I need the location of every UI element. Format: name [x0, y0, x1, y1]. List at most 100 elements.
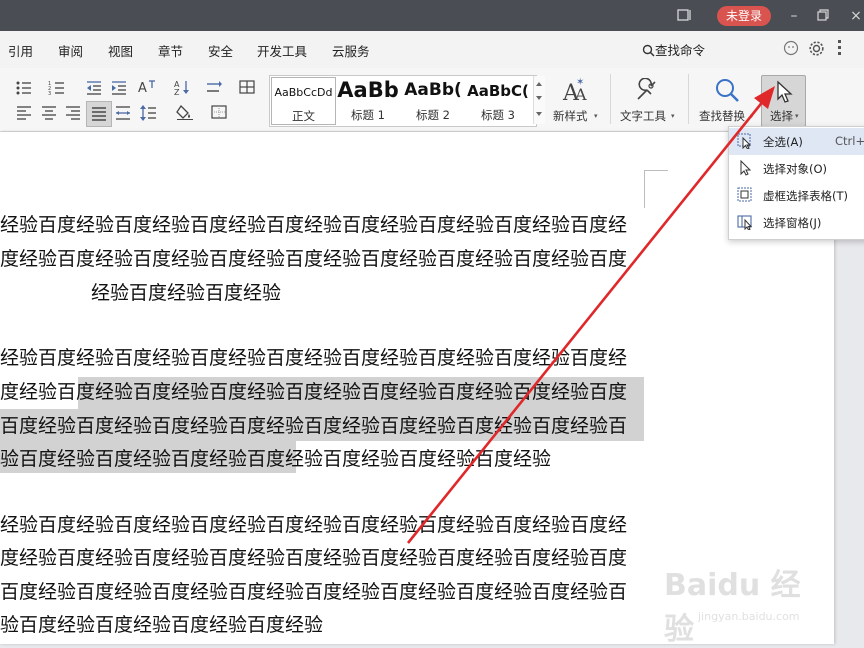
- margin-corner-mark: [644, 170, 645, 208]
- menu-item-dashed-select-table[interactable]: 虚框选择表格(T): [729, 182, 864, 209]
- justify-icon: [92, 107, 106, 121]
- select-label: 选择: [770, 109, 793, 123]
- style-heading2-sample: AaBb(: [404, 80, 462, 100]
- numbered-list-icon[interactable]: 123: [48, 80, 66, 96]
- menu-reference[interactable]: 引用: [8, 41, 33, 60]
- chinese-layout-icon[interactable]: A: [138, 79, 156, 95]
- decrease-indent-icon[interactable]: [85, 80, 103, 96]
- baidu-watermark: Baidu 经验 jingyan.baidu.com: [664, 560, 824, 647]
- gear-icon[interactable]: [808, 40, 825, 57]
- line-spacing-icon[interactable]: [139, 105, 157, 121]
- justify-button[interactable]: [86, 101, 112, 127]
- select-dropdown-icon: ▾: [795, 112, 799, 120]
- ribbon-separator: [610, 74, 611, 124]
- window-mode-icon[interactable]: [676, 7, 692, 23]
- shading-icon[interactable]: [176, 104, 194, 120]
- document-line[interactable]: 百度经验百度经验百度经验百度经验百度经验百度经验百度经验百度经验百: [0, 413, 627, 439]
- style-normal-sample: AaBbCcDd: [274, 86, 333, 99]
- increase-indent-icon[interactable]: [110, 80, 128, 96]
- style-heading2[interactable]: AaBb( 标题 2: [401, 77, 465, 123]
- cursor-arrow-icon: [777, 80, 793, 103]
- find-replace-dropdown-icon[interactable]: ▾: [750, 112, 754, 120]
- style-heading1-sample: AaBb: [337, 78, 399, 102]
- menu-chapter[interactable]: 章节: [158, 41, 183, 60]
- find-replace-icon[interactable]: [714, 77, 740, 103]
- document-line[interactable]: 经验百度经验百度经验百度经验百度经验百度经验百度经验百度经验百度经: [0, 345, 627, 371]
- search-command[interactable]: 查找命令: [642, 40, 705, 59]
- document-line[interactable]: 百度经验百度经验百度经验百度经验百度经验百度经验百度经验百度经验百: [0, 579, 627, 605]
- svg-text:3: 3: [48, 91, 51, 96]
- restore-icon[interactable]: [815, 7, 831, 23]
- distributed-align-icon[interactable]: [114, 105, 132, 121]
- menu-item-shortcut: Ctrl+A: [835, 134, 864, 148]
- select-button[interactable]: 选择 ▾: [761, 75, 806, 127]
- menu-review[interactable]: 审阅: [58, 41, 83, 60]
- menu-item-select-all[interactable]: 全选(A) Ctrl+A: [729, 128, 864, 155]
- style-gallery: AaBbCcDd 正文 AaBb 标题 1 AaBb( 标题 2 AaBbC( …: [269, 75, 537, 127]
- new-style-icon[interactable]: A A ✶: [561, 76, 589, 104]
- dashed-table-icon: [737, 187, 752, 202]
- align-center-icon[interactable]: [40, 105, 58, 121]
- style-heading3-sample: AaBbC(: [467, 82, 529, 100]
- more-icon[interactable]: [838, 40, 841, 56]
- minimize-icon[interactable]: –: [784, 6, 804, 26]
- table-grid-icon[interactable]: [238, 79, 256, 95]
- menu-bar: 引用 审阅 视图 章节 安全 开发工具 云服务 查找命令: [0, 31, 864, 68]
- style-heading3[interactable]: AaBbC( 标题 3: [466, 77, 530, 123]
- menu-item-label: 全选(A): [763, 135, 803, 149]
- style-gallery-scroll[interactable]: [533, 76, 545, 124]
- search-icon: [642, 44, 655, 57]
- document-line[interactable]: 度经验百度经验百度经验百度经验百度经验百度经验百度经验百度经验百度: [0, 246, 627, 272]
- bullet-list-icon[interactable]: [15, 80, 33, 96]
- scroll-down-icon[interactable]: [536, 96, 542, 100]
- style-heading3-name: 标题 3: [481, 108, 515, 122]
- document-line[interactable]: 经验百度经验百度经验百度经验百度经验百度经验百度经验百度经验百度经: [0, 212, 627, 238]
- find-replace-label[interactable]: 查找替换: [699, 108, 745, 124]
- align-right-icon[interactable]: [64, 105, 82, 121]
- border-icon[interactable]: [210, 104, 228, 120]
- style-normal-name: 正文: [292, 109, 315, 123]
- style-heading1[interactable]: AaBb 标题 1: [336, 77, 400, 123]
- document-line[interactable]: 度经验百度经验百度经验百度经验百度经验百度经验百度经验百度经验百度: [0, 545, 627, 571]
- margin-corner-mark: [644, 170, 668, 171]
- expand-gallery-icon[interactable]: [536, 112, 542, 116]
- close-icon[interactable]: ×: [846, 6, 864, 26]
- search-command-label: 查找命令: [655, 43, 706, 58]
- select-all-icon: [737, 133, 752, 149]
- menu-cloud-services[interactable]: 云服务: [332, 41, 370, 60]
- document-line[interactable]: 经验百度经验百度经验: [91, 280, 281, 306]
- feedback-icon[interactable]: [783, 40, 799, 56]
- login-button[interactable]: 未登录: [717, 6, 771, 26]
- menu-security[interactable]: 安全: [208, 41, 233, 60]
- ribbon-separator: [688, 74, 689, 124]
- title-bar: 未登录 – ×: [0, 0, 864, 31]
- menu-developer-tools[interactable]: 开发工具: [257, 41, 307, 60]
- new-style-label[interactable]: 新样式: [553, 108, 588, 124]
- sort-icon[interactable]: AZ: [174, 79, 192, 95]
- document-line[interactable]: 验百度经验百度经验百度经验百度经验: [0, 612, 323, 638]
- text-tool-label[interactable]: 文字工具: [620, 108, 666, 124]
- menu-item-label: 选择窗格(J): [763, 216, 822, 230]
- style-normal[interactable]: AaBbCcDd 正文: [271, 77, 336, 125]
- document-line[interactable]: 度经验百度经验百度经验百度经验百度经验百度经验百度经验百度经验百度: [0, 379, 627, 405]
- svg-text:A: A: [138, 81, 147, 95]
- svg-text:✶: ✶: [576, 77, 584, 88]
- cursor-arrow-icon: [740, 160, 752, 176]
- menu-item-label: 选择对象(O): [763, 162, 828, 176]
- new-style-dropdown-icon[interactable]: ▾: [594, 112, 598, 120]
- wrench-icon[interactable]: [633, 78, 659, 104]
- scroll-up-icon[interactable]: [536, 82, 542, 86]
- document-line[interactable]: 经验百度经验百度经验百度经验百度经验百度经验百度经验百度经验百度经: [0, 512, 627, 538]
- align-left-icon[interactable]: [15, 105, 33, 121]
- svg-text:Z: Z: [174, 88, 180, 95]
- document-line[interactable]: 验百度经验百度经验百度经验百度经验百度经验百度经验百度经验: [0, 446, 551, 472]
- style-heading1-name: 标题 1: [351, 108, 385, 122]
- line-spacing-marks-icon[interactable]: [205, 80, 223, 96]
- style-heading2-name: 标题 2: [416, 108, 450, 122]
- menu-view[interactable]: 视图: [108, 41, 133, 60]
- selection-pane-icon: [737, 215, 753, 230]
- menu-item-selection-pane[interactable]: 选择窗格(J): [729, 209, 864, 236]
- text-tool-dropdown-icon[interactable]: ▾: [671, 112, 675, 120]
- select-dropdown-menu: 全选(A) Ctrl+A 选择对象(O) 虚框选择表格(T) 选择窗格(J): [728, 126, 864, 240]
- menu-item-select-object[interactable]: 选择对象(O): [729, 155, 864, 182]
